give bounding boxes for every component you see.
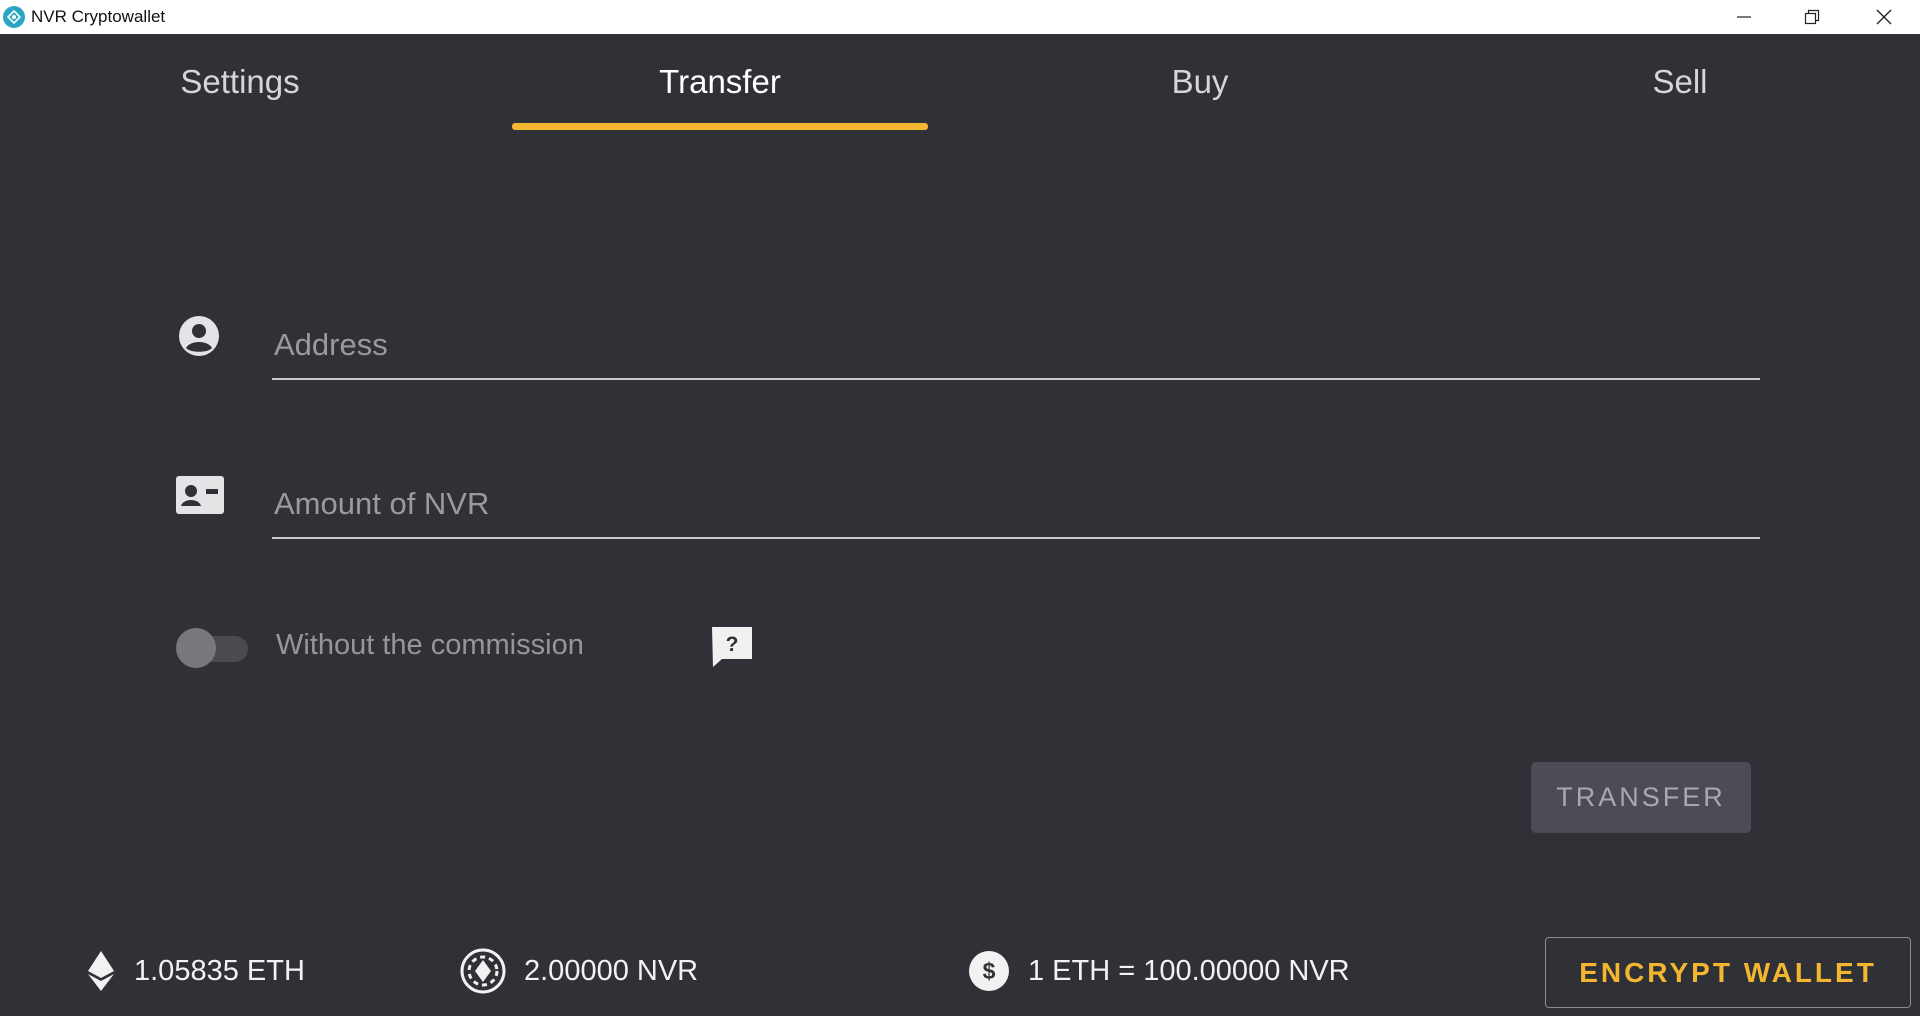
svg-text:?: ? (726, 633, 739, 656)
account-circle-icon (178, 315, 220, 362)
active-tab-indicator (512, 123, 928, 130)
close-icon (1876, 9, 1892, 25)
minimize-icon (1737, 16, 1751, 18)
amount-field[interactable] (272, 459, 1760, 539)
help-question-icon[interactable]: ? (710, 625, 754, 674)
nvr-balance: 2.00000 NVR (460, 945, 698, 997)
window-titlebar: NVR Cryptowallet (0, 0, 1920, 34)
amount-input[interactable] (272, 485, 1760, 523)
close-button[interactable] (1850, 0, 1918, 34)
exchange-rate: $ 1 ETH = 100.00000 NVR (968, 945, 1350, 997)
address-field[interactable] (272, 300, 1760, 380)
dollar-coin-icon: $ (969, 951, 1009, 991)
nvr-balance-value: 2.00000 NVR (524, 954, 699, 987)
eth-balance: 1.05835 ETH (86, 945, 305, 997)
encrypt-wallet-button[interactable]: ENCRYPT WALLET (1545, 937, 1911, 1008)
commission-toggle-label: Without the commission (276, 629, 584, 661)
toggle-knob (176, 628, 216, 668)
window-title: NVR Cryptowallet (31, 7, 166, 26)
main-tabs: Settings Transfer Buy Sell (0, 34, 1920, 130)
app-logo-icon (3, 6, 25, 28)
restore-icon (1804, 9, 1820, 25)
restore-button[interactable] (1778, 0, 1846, 34)
tab-buy[interactable]: Buy (992, 34, 1408, 130)
commission-toggle[interactable] (176, 628, 252, 668)
transfer-button[interactable]: TRANSFER (1531, 762, 1751, 833)
eth-balance-value: 1.05835 ETH (134, 954, 305, 987)
tab-transfer[interactable]: Transfer (512, 34, 928, 130)
nvr-token-icon (460, 948, 506, 994)
address-input[interactable] (272, 326, 1760, 364)
tab-settings[interactable]: Settings (32, 34, 448, 130)
exchange-rate-value: 1 ETH = 100.00000 NVR (1028, 954, 1350, 987)
svg-text:$: $ (983, 958, 996, 984)
tab-sell[interactable]: Sell (1472, 34, 1888, 130)
contact-card-icon (175, 475, 225, 520)
minimize-button[interactable] (1710, 0, 1778, 34)
ethereum-icon (88, 951, 114, 991)
